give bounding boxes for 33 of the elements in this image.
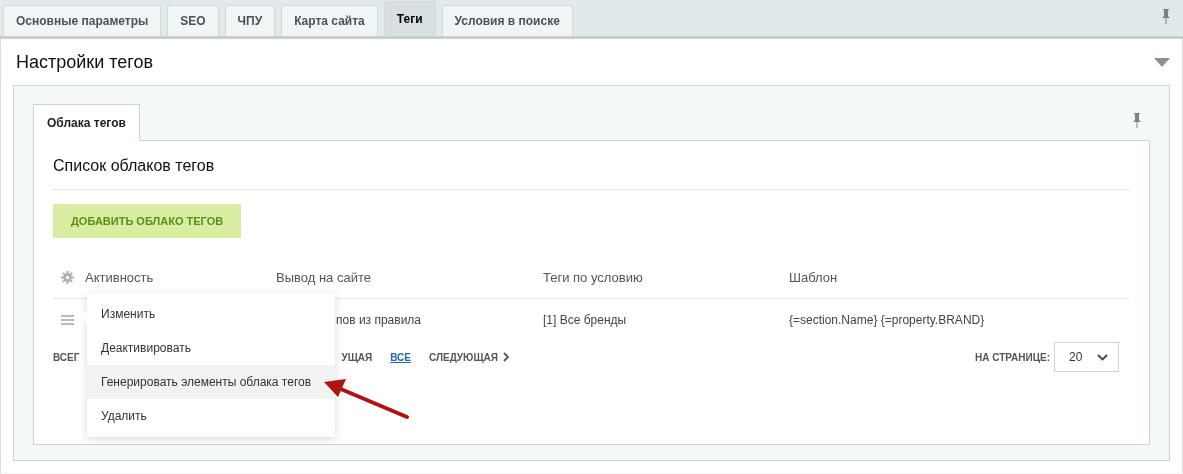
menu-item[interactable]: Генерировать элементы облака тегов	[87, 365, 335, 399]
menu-item[interactable]: Удалить	[87, 399, 335, 433]
tab[interactable]: Основные параметры	[3, 5, 162, 36]
pager-link[interactable]: ВСЕ	[390, 351, 411, 363]
table-cell-text: пов из правила	[335, 313, 423, 327]
menu-item[interactable]: Деактивировать	[87, 331, 335, 365]
chevron-right-icon	[503, 352, 509, 362]
settings-icon[interactable]	[61, 270, 74, 284]
column-header: Активность	[85, 269, 154, 285]
table-cell-text: [1] Все бренды	[543, 313, 628, 327]
column-header: Вывод на сайте	[276, 269, 372, 285]
table-cell-text: {=section.Name} {=property.BRAND}	[789, 313, 986, 327]
tab[interactable]: Карта сайта	[281, 5, 378, 36]
list-title: Список облаков тегов	[53, 141, 1130, 190]
menu-icon[interactable]	[61, 315, 74, 325]
tab[interactable]: SEO	[167, 5, 219, 36]
per-page-label: НА СТРАНИЦЕ:	[974, 351, 1050, 363]
column-header: Теги по условию	[543, 269, 644, 285]
collapse-icon[interactable]	[1154, 57, 1170, 67]
menu-item[interactable]: Изменить	[87, 297, 335, 331]
tab[interactable]: Условия в поиске	[441, 5, 573, 36]
pin-icon[interactable]	[1132, 112, 1142, 128]
column-header: Шаблон	[789, 269, 839, 285]
panel-title: Настройки тегов	[16, 51, 154, 73]
pin-icon[interactable]	[1161, 8, 1171, 24]
pager-link[interactable]: ВСЕГ	[53, 351, 80, 363]
pager-link[interactable]: УЩАЯ	[341, 351, 373, 363]
tab[interactable]: Теги	[383, 1, 436, 36]
tab[interactable]: ЧПУ	[224, 5, 276, 36]
chevron-down-icon	[1097, 353, 1108, 361]
per-page-select[interactable]: 20	[1054, 342, 1119, 372]
pager-link[interactable]: СЛЕДУЮЩАЯ	[428, 351, 498, 363]
tab[interactable]: Облака тегов	[33, 104, 140, 141]
